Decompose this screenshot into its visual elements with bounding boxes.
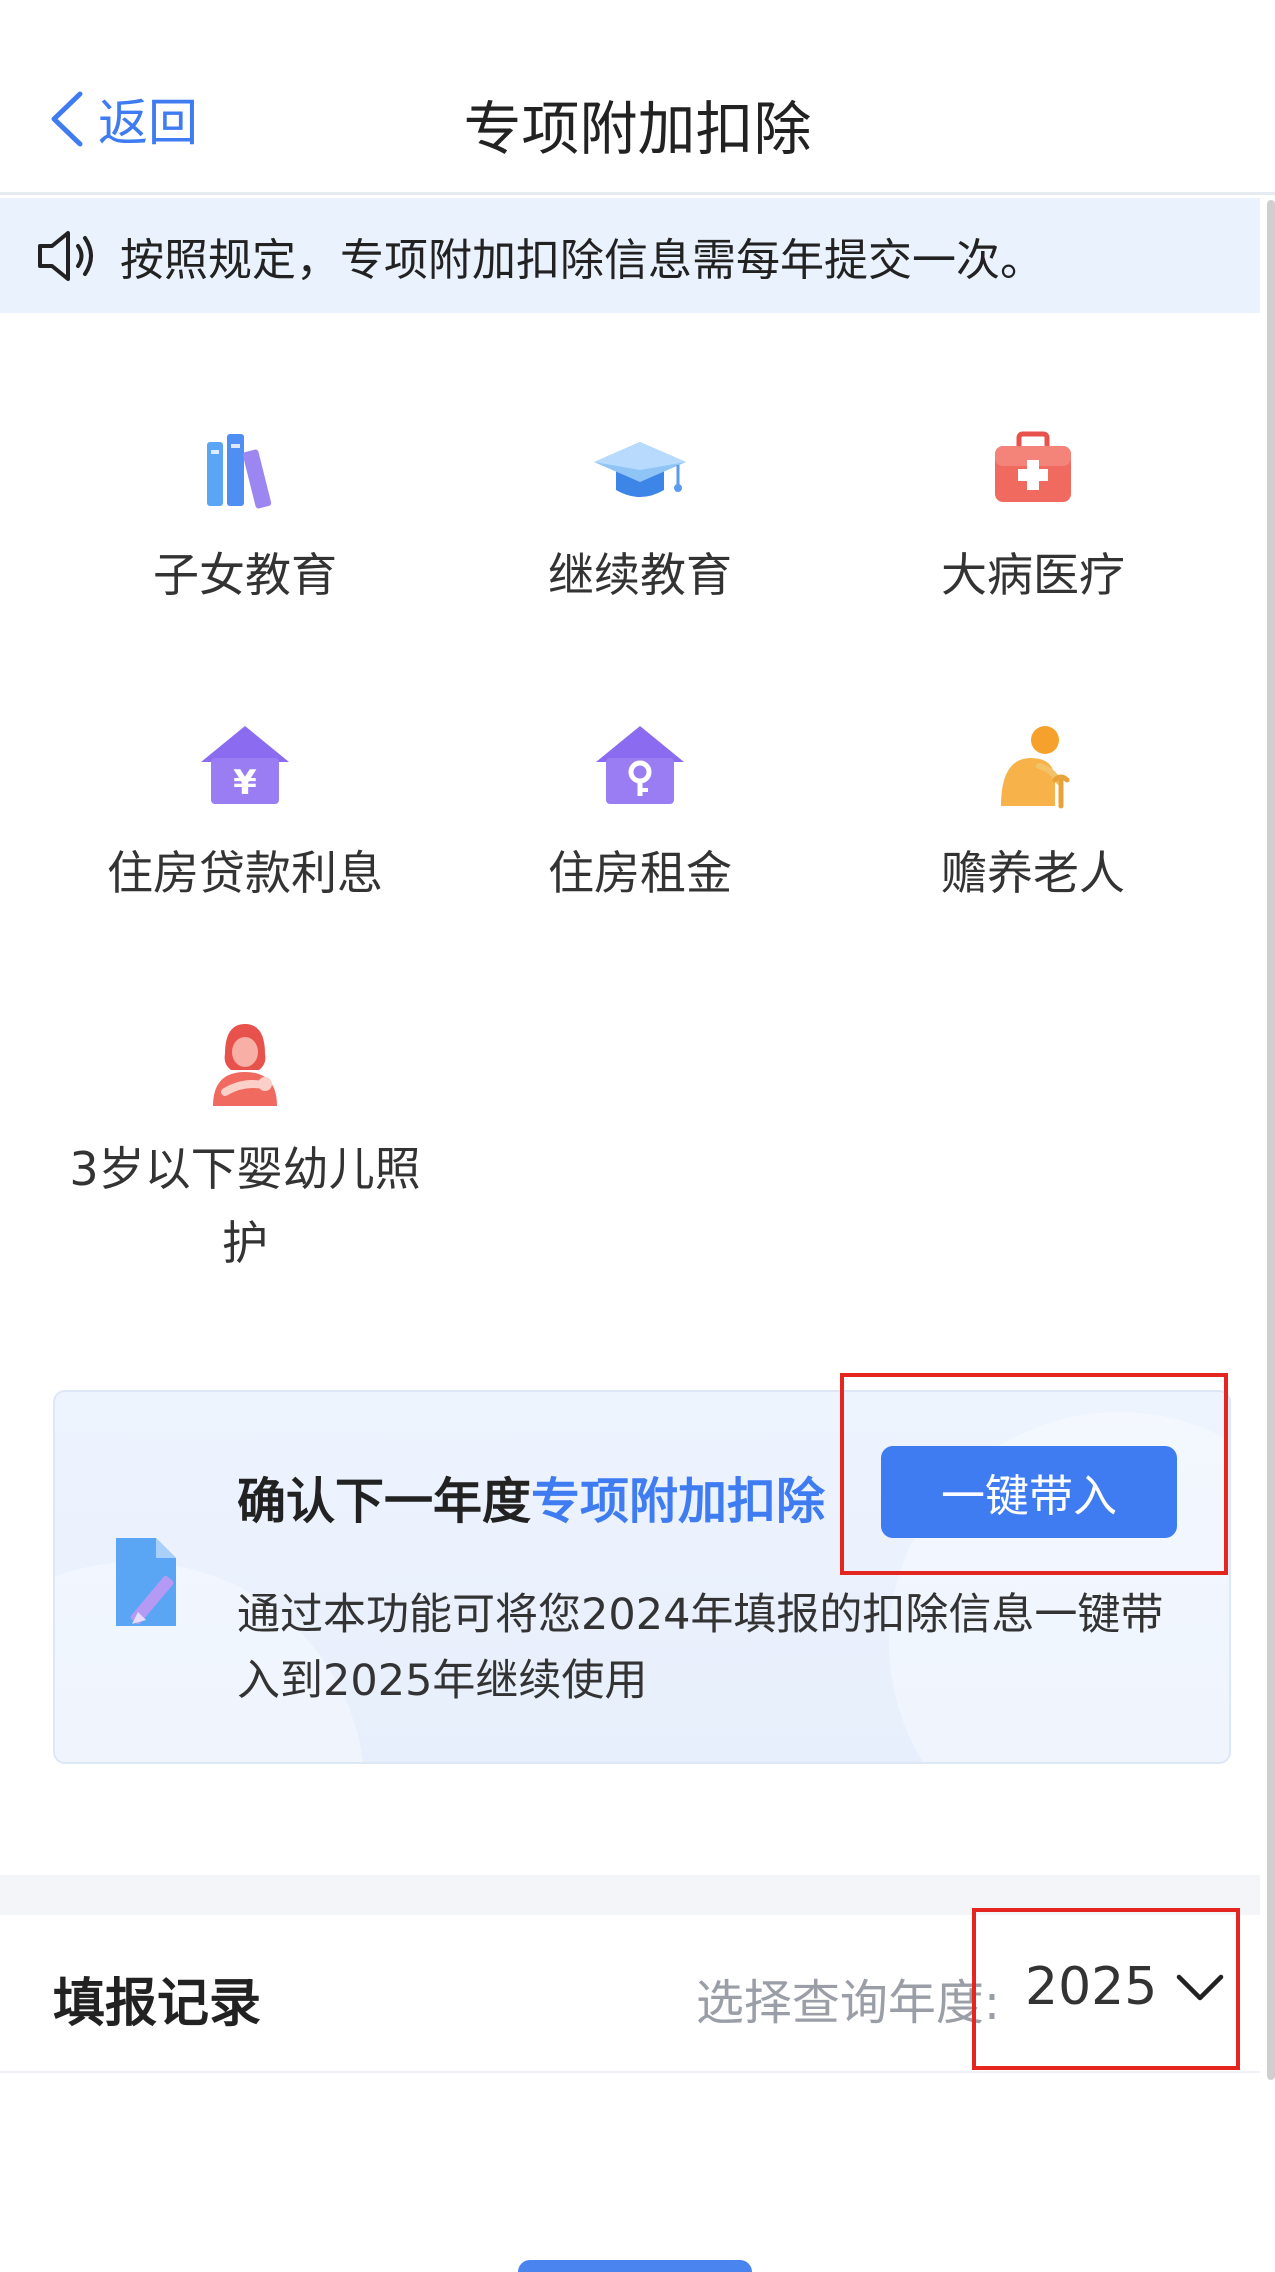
notice-banner: 按照规定，专项附加扣除信息需每年提交一次。 xyxy=(0,198,1260,313)
page-title: 专项附加扣除 xyxy=(463,95,812,163)
elderly-person-icon xyxy=(1001,726,1070,809)
category-label: 子女教育 xyxy=(153,548,337,602)
category-label: 继续教育 xyxy=(548,548,732,602)
highlight-box xyxy=(972,1908,1240,2070)
category-children-education[interactable]: 子女教育 xyxy=(50,420,440,612)
svg-text:¥: ¥ xyxy=(233,763,257,803)
nav-bar: 返回 专项附加扣除 xyxy=(0,0,1275,195)
category-continuing-education[interactable]: 继续教育 xyxy=(445,420,835,612)
category-housing-rent[interactable]: 住房租金 xyxy=(445,718,835,910)
category-infant-care[interactable]: 3岁以下婴幼儿照护 xyxy=(50,1014,440,1280)
carry-over-title: 确认下一年度专项附加扣除 xyxy=(237,1462,825,1533)
category-label: 住房贷款利息 xyxy=(107,846,383,900)
category-label: 大病医疗 xyxy=(941,548,1125,602)
scrollbar[interactable] xyxy=(1267,200,1275,2080)
notice-text: 按照规定，专项附加扣除信息需每年提交一次。 xyxy=(120,234,1044,286)
mother-baby-icon xyxy=(213,1024,277,1106)
carry-over-title-highlight: 专项附加扣除 xyxy=(531,1473,826,1530)
books-icon xyxy=(207,434,272,509)
document-edit-icon xyxy=(116,1538,176,1626)
carry-over-description: 通过本功能可将您2024年填报的扣除信息一键带入到2025年继续使用 xyxy=(237,1590,1164,1706)
category-label: 3岁以下婴幼儿照护 xyxy=(69,1142,421,1270)
graduation-cap-icon xyxy=(594,442,686,497)
category-elderly-support[interactable]: 赡养老人 xyxy=(838,718,1228,910)
carry-over-title-prefix: 确认下一年度 xyxy=(237,1473,532,1530)
category-housing-loan-interest[interactable]: ¥ 住房贷款利息 xyxy=(50,718,440,910)
highlight-box xyxy=(840,1373,1228,1575)
category-label: 住房租金 xyxy=(548,846,732,900)
house-key-icon xyxy=(596,726,684,804)
year-select-label: 选择查询年度: xyxy=(695,1975,1000,2031)
house-yuan-icon: ¥ xyxy=(201,726,289,804)
category-label: 赡养老人 xyxy=(941,846,1125,900)
category-serious-illness[interactable]: 大病医疗 xyxy=(838,420,1228,612)
records-title: 填报记录 xyxy=(53,1974,262,2034)
medical-kit-icon xyxy=(995,431,1071,502)
speaker-icon xyxy=(38,230,93,281)
bottom-action-button[interactable] xyxy=(518,2260,752,2272)
